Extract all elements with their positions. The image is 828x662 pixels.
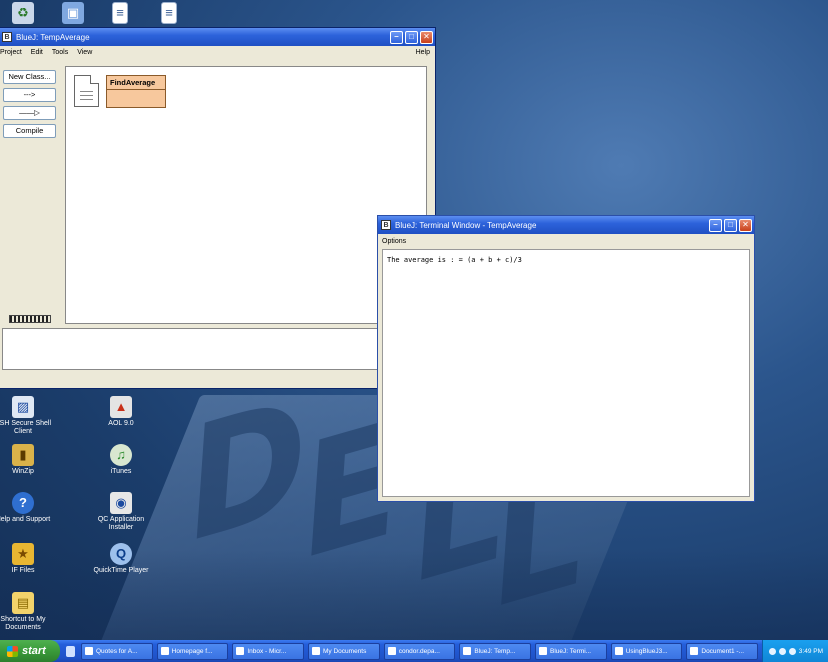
new-class-button[interactable]: New Class... bbox=[3, 70, 56, 84]
menu-edit[interactable]: Edit bbox=[31, 49, 43, 56]
readme-note-icon[interactable] bbox=[74, 75, 99, 107]
minimize-button[interactable]: – bbox=[390, 30, 403, 44]
desktop-icon-mydocs[interactable]: ▤ Shortcut to My Documents bbox=[0, 592, 54, 632]
quick-launch-icon[interactable] bbox=[66, 645, 75, 657]
class-name: FindAverage bbox=[107, 76, 165, 90]
inheritance-arrow-button[interactable]: ——▷ bbox=[3, 106, 56, 120]
task-button[interactable]: Quotes for A... bbox=[81, 642, 153, 660]
menu-tools[interactable]: Tools bbox=[52, 49, 68, 56]
task-button[interactable]: Document1 -... bbox=[686, 642, 759, 660]
recycle-bin-icon: ♻ bbox=[12, 2, 34, 24]
maximize-button[interactable]: □ bbox=[405, 30, 418, 44]
star-icon: ★ bbox=[12, 543, 34, 565]
tray-icon[interactable] bbox=[778, 647, 786, 655]
class-box-findaverage[interactable]: FindAverage bbox=[106, 75, 166, 108]
class-diagram-canvas[interactable]: FindAverage bbox=[65, 66, 427, 324]
note-line bbox=[80, 95, 93, 96]
bluej-window-title: BlueJ: TempAverage bbox=[16, 32, 90, 42]
terminal-window[interactable]: B BlueJ: Terminal Window - TempAverage –… bbox=[377, 215, 755, 502]
system-tray: 3:49 PM bbox=[762, 640, 828, 662]
task-icon bbox=[463, 647, 472, 655]
close-button[interactable]: ✕ bbox=[420, 30, 433, 44]
message-area bbox=[2, 328, 432, 370]
task-icon bbox=[160, 647, 169, 655]
task-button[interactable]: My Documents bbox=[308, 642, 380, 660]
document-icon: ≡ bbox=[161, 2, 177, 24]
winzip-icon: ▮ bbox=[12, 444, 34, 466]
desktop-icon-ssh[interactable]: ▨ SSH Secure Shell Client bbox=[0, 396, 54, 436]
desktop-icon-winzip[interactable]: ▮ WinZip bbox=[0, 444, 54, 476]
task-buttons: Quotes for A... Homepage f... Inbox - Mi… bbox=[81, 642, 762, 660]
desktop-icon-installer[interactable]: ◉ QC Application Installer bbox=[90, 492, 152, 532]
tray-icon[interactable] bbox=[788, 647, 796, 655]
bluej-menubar: Project Edit Tools View Help bbox=[0, 46, 435, 58]
maximize-button[interactable]: □ bbox=[724, 218, 737, 232]
task-icon bbox=[387, 647, 396, 655]
tray-icon[interactable] bbox=[768, 647, 776, 655]
folder-icon: ▤ bbox=[12, 592, 34, 614]
bluej-toolbar: New Class... ---> ——▷ Compile bbox=[3, 70, 59, 142]
aol-icon: ▲ bbox=[110, 396, 132, 418]
task-button[interactable]: BlueJ: Termi... bbox=[535, 642, 607, 660]
terminal-titlebar[interactable]: B BlueJ: Terminal Window - TempAverage –… bbox=[378, 216, 754, 234]
menu-project[interactable]: Project bbox=[0, 49, 22, 56]
bluej-main-window[interactable]: B BlueJ: TempAverage – □ ✕ Project Edit … bbox=[0, 27, 436, 389]
note-line bbox=[80, 99, 93, 100]
desktop-icon-quicktime[interactable]: Q QuickTime Player bbox=[90, 543, 152, 575]
taskbar: start Quotes for A... Homepage f... Inbo… bbox=[0, 640, 828, 662]
bluej-app-icon: B bbox=[381, 220, 391, 230]
desktop-icon-help[interactable]: ? Help and Support bbox=[0, 492, 54, 524]
desktop-icon-doc2[interactable]: ≡ bbox=[138, 2, 200, 26]
desktop-icon-itunes[interactable]: ♫ iTunes bbox=[90, 444, 152, 476]
terminal-output[interactable]: The average is : = (a + b + c)/3 bbox=[382, 249, 750, 497]
task-icon bbox=[614, 647, 623, 655]
terminal-menubar: Options bbox=[378, 235, 754, 247]
task-icon bbox=[690, 647, 699, 655]
task-button[interactable]: UsingBlueJ3... bbox=[610, 642, 683, 660]
uses-arrow-button[interactable]: ---> bbox=[3, 88, 56, 102]
task-button[interactable]: Homepage f... bbox=[156, 642, 229, 660]
installer-icon: ◉ bbox=[110, 492, 132, 514]
bluej-titlebar[interactable]: B BlueJ: TempAverage – □ ✕ bbox=[0, 28, 435, 46]
quick-launch bbox=[66, 645, 77, 657]
menu-options[interactable]: Options bbox=[382, 238, 406, 245]
terminal-output-line: The average is : = (a + b + c)/3 bbox=[387, 256, 522, 264]
minimize-button[interactable]: – bbox=[709, 218, 722, 232]
network-icon: ▣ bbox=[62, 2, 84, 24]
terminal-window-title: BlueJ: Terminal Window - TempAverage bbox=[395, 220, 537, 230]
ssh-icon: ▨ bbox=[12, 396, 34, 418]
clock[interactable]: 3:49 PM bbox=[799, 648, 823, 655]
windows-flag-icon bbox=[7, 645, 18, 657]
work-indicator bbox=[9, 315, 51, 323]
itunes-icon: ♫ bbox=[110, 444, 132, 466]
dell-wallpaper-letter-d: D bbox=[180, 363, 308, 581]
menu-help[interactable]: Help bbox=[416, 49, 430, 56]
start-button[interactable]: start bbox=[0, 640, 60, 662]
close-button[interactable]: ✕ bbox=[739, 218, 752, 232]
desktop-icon-aol[interactable]: ▲ AOL 9.0 bbox=[90, 396, 152, 428]
desktop-icon-iffiles[interactable]: ★ IF Files bbox=[0, 543, 54, 575]
task-button[interactable]: Inbox - Micr... bbox=[232, 642, 305, 660]
document-icon: ≡ bbox=[112, 2, 128, 24]
task-icon bbox=[85, 647, 93, 655]
note-line bbox=[80, 91, 93, 92]
task-button[interactable]: BlueJ: Temp... bbox=[459, 642, 532, 660]
quicktime-icon: Q bbox=[110, 543, 132, 565]
help-icon: ? bbox=[12, 492, 34, 514]
task-icon bbox=[312, 647, 321, 655]
compile-button[interactable]: Compile bbox=[3, 124, 56, 138]
task-button[interactable]: condor.depa... bbox=[383, 642, 456, 660]
start-label: start bbox=[22, 645, 46, 657]
menu-view[interactable]: View bbox=[77, 49, 92, 56]
task-icon bbox=[539, 647, 548, 655]
bluej-app-icon: B bbox=[2, 32, 12, 42]
task-icon bbox=[236, 647, 245, 655]
